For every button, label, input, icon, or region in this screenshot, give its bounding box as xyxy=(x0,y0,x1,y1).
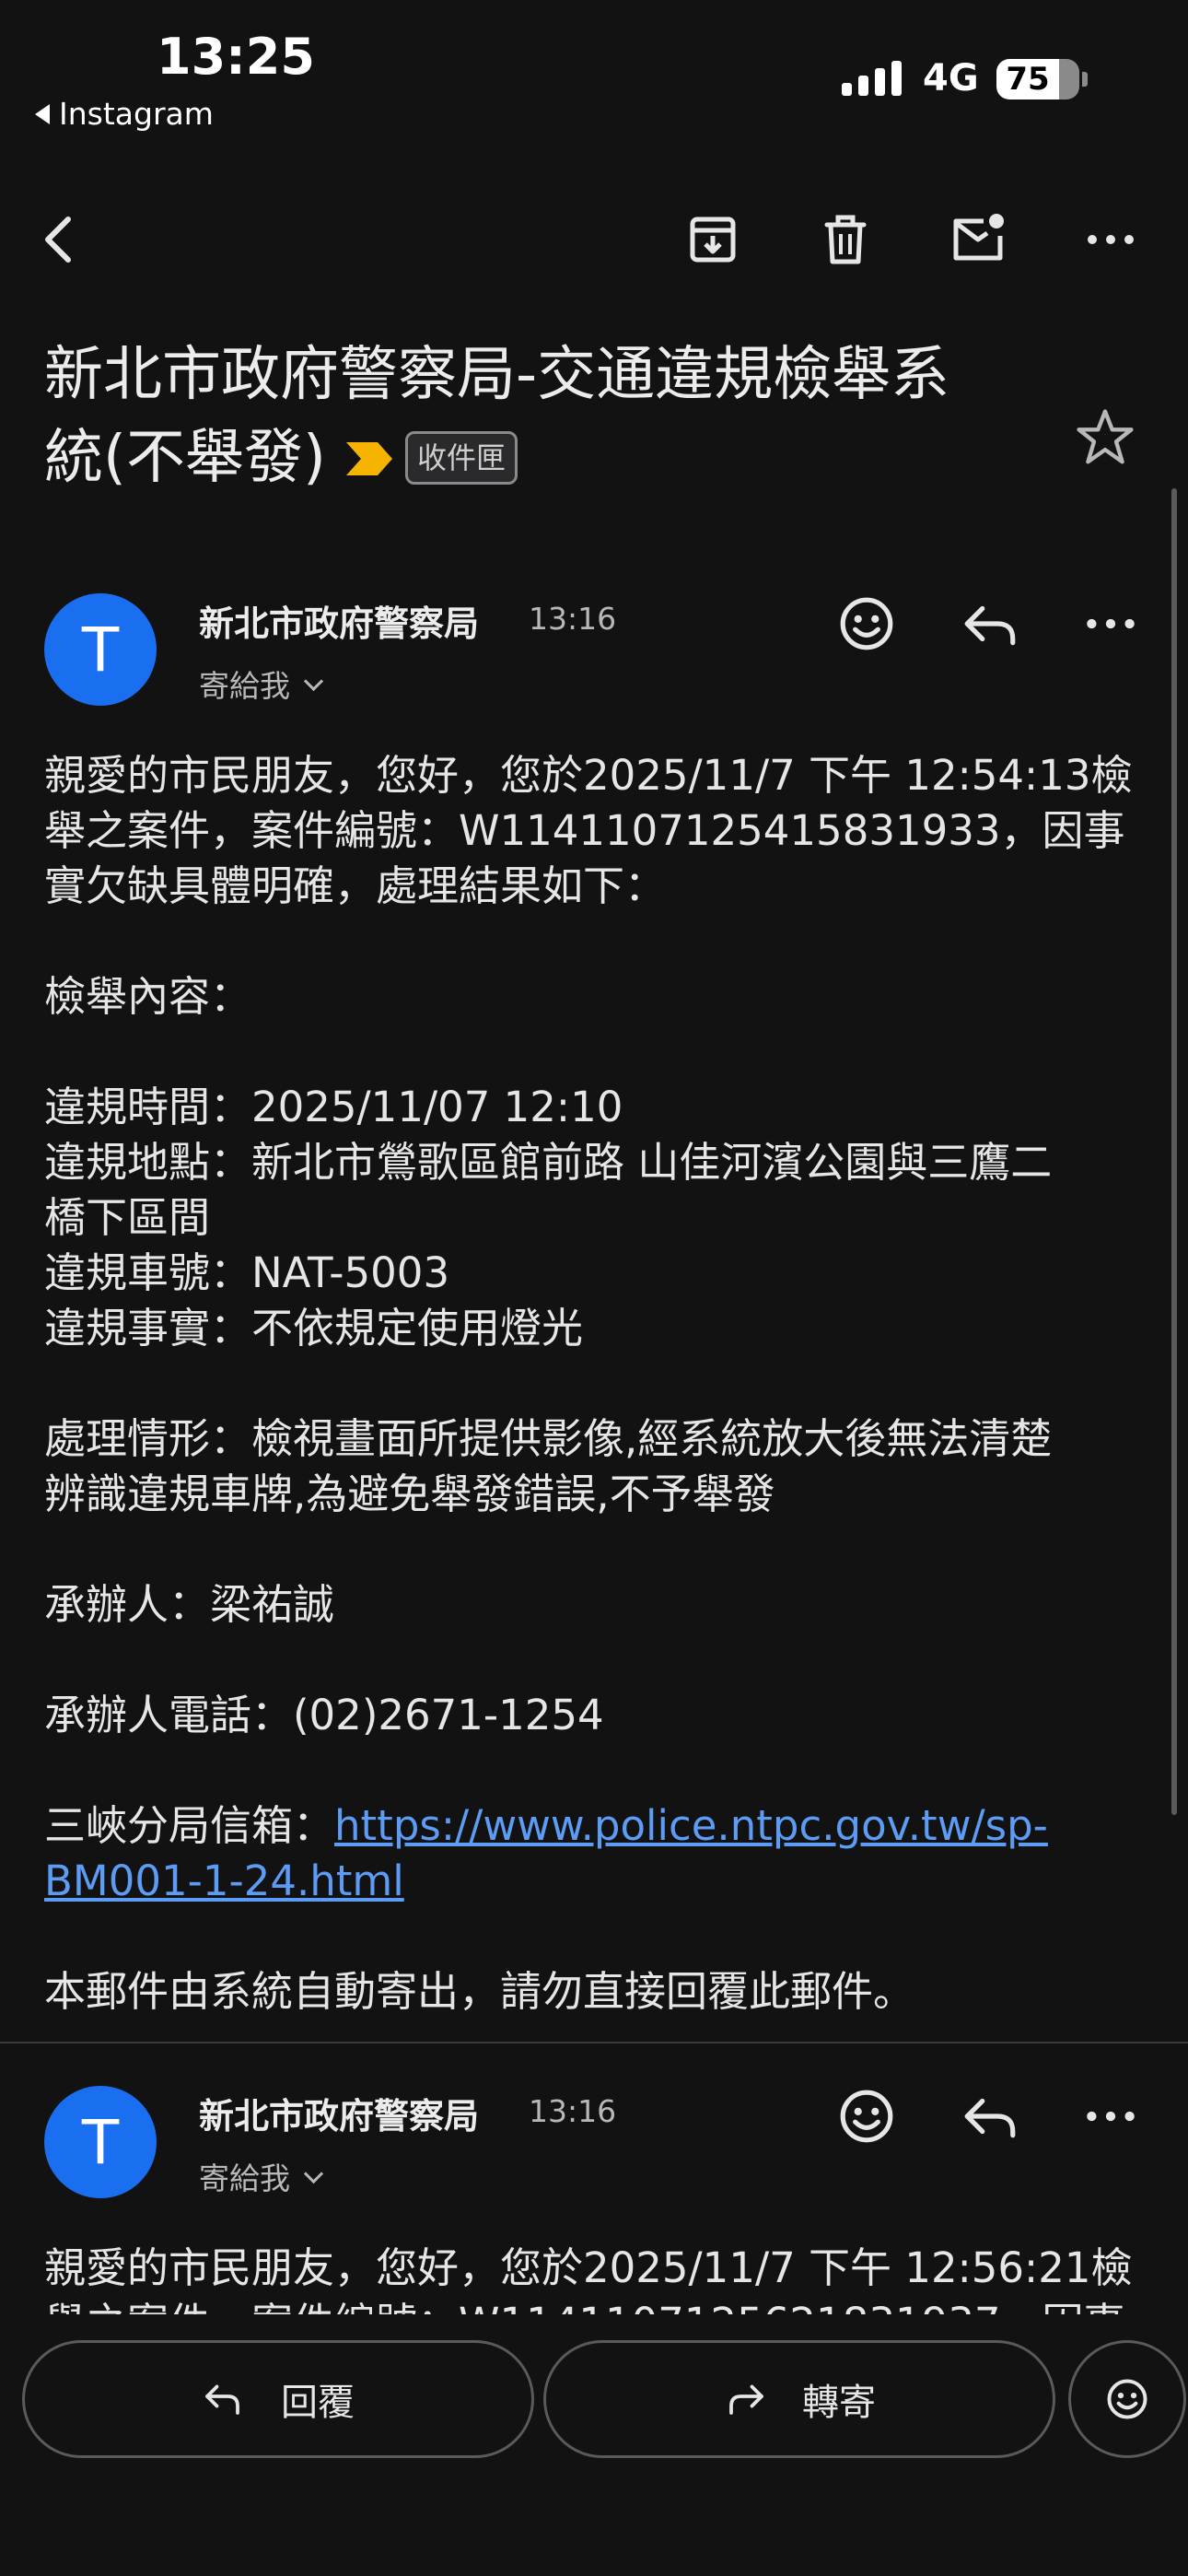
body-line: 親愛的市民朋友，您好，您於2025/11/7 下午 12:54:13檢 xyxy=(44,751,1133,800)
more-icon[interactable] xyxy=(1077,206,1144,273)
reply-icon[interactable] xyxy=(958,593,1022,658)
body-line: 實欠缺具體明確，處理結果如下： xyxy=(44,861,667,910)
message-time: 13:16 xyxy=(529,601,617,637)
message-more-icon[interactable] xyxy=(1079,2086,1142,2150)
forward-button[interactable]: 轉寄 xyxy=(543,2340,1055,2458)
message-divider xyxy=(0,2042,1188,2043)
mailbox-label: 三峽分局信箱： xyxy=(44,1801,335,1850)
body-line: 親愛的市民朋友，您好，您於2025/11/7 下午 12:56:21檢 xyxy=(44,2243,1133,2292)
body-line: 違規地點：新北市鶯歌區館前路 山佳河濱公園與三鷹二 xyxy=(44,1138,1053,1187)
cellular-signal-icon xyxy=(842,61,902,96)
reply-button[interactable]: 回覆 xyxy=(22,2340,534,2458)
back-triangle-icon xyxy=(35,103,50,124)
back-to-app-button[interactable]: Instagram xyxy=(35,96,214,132)
reply-icon[interactable] xyxy=(958,2086,1022,2150)
star-icon[interactable] xyxy=(1073,405,1137,474)
battery-cap xyxy=(1082,72,1088,87)
forward-arrow-icon xyxy=(729,2384,763,2415)
chevron-down-icon xyxy=(303,2163,324,2184)
reply-label: 回覆 xyxy=(281,2382,355,2424)
body-line: 辨識違規車牌,為避免舉發錯誤,不予舉發 xyxy=(44,1469,775,1518)
subject-line-1: 新北市政府警察局-交通違規檢舉系 xyxy=(44,341,950,409)
sender-name[interactable]: 新北市政府警察局 xyxy=(199,2088,479,2138)
body-line: 違規車號：NAT-5003 xyxy=(44,1248,450,1297)
message-body: 親愛的市民朋友，您好，您於2025/11/7 下午 12:54:13檢 舉之案件… xyxy=(44,748,1149,2020)
scrollbar[interactable] xyxy=(1171,488,1177,1815)
recipient-toggle[interactable]: 寄給我 xyxy=(199,662,324,706)
status-time: 13:25 xyxy=(157,28,315,86)
subject-line-2: 統(不舉發) xyxy=(44,424,326,492)
body-line: 承辦人：梁祐誠 xyxy=(44,1580,335,1629)
body-line: 處理情形：檢視畫面所提供影像,經系統放大後無法清楚 xyxy=(44,1414,1053,1463)
emoji-reaction-icon[interactable] xyxy=(836,593,897,658)
avatar[interactable]: T xyxy=(44,593,157,706)
battery-icon: 75 xyxy=(996,59,1079,100)
emoji-icon xyxy=(1107,2379,1147,2419)
emoji-reaction-icon[interactable] xyxy=(836,2086,897,2150)
trash-icon[interactable] xyxy=(812,206,879,273)
battery-level: 75 xyxy=(1006,61,1050,98)
forward-label: 轉寄 xyxy=(802,2382,876,2424)
recipient-toggle[interactable]: 寄給我 xyxy=(199,2154,324,2198)
important-marker-icon[interactable] xyxy=(344,416,394,499)
body-line: 違規時間：2025/11/07 12:10 xyxy=(44,1083,623,1131)
message-time: 13:16 xyxy=(529,2093,617,2129)
emoji-button[interactable] xyxy=(1068,2340,1186,2458)
reply-arrow-icon xyxy=(205,2384,239,2415)
body-line: 違規事實：不依規定使用燈光 xyxy=(44,1304,584,1352)
body-line: 三峽分局信箱：https://www.police.ntpc.gov.tw/sp… xyxy=(44,1798,1149,1854)
network-type: 4G xyxy=(923,57,979,100)
mailbox-link-continued[interactable]: BM001-1-24.html xyxy=(44,1856,404,1905)
chevron-down-icon xyxy=(303,671,324,691)
body-line: 檢舉內容： xyxy=(44,972,252,1021)
body-line: 橋下區間 xyxy=(44,1193,211,1242)
avatar[interactable]: T xyxy=(44,2086,157,2198)
body-line: 本郵件由系統自動寄出，請勿直接回覆此郵件。 xyxy=(44,1967,915,2016)
sender-name[interactable]: 新北市政府警察局 xyxy=(199,595,479,646)
recipient-label: 寄給我 xyxy=(199,668,290,704)
message-more-icon[interactable] xyxy=(1079,593,1142,658)
inbox-label[interactable]: 收件匣 xyxy=(404,431,518,485)
body-line: 舉之案件，案件編號：W1141107125415831933，因事 xyxy=(44,806,1125,855)
mailbox-link[interactable]: https://www.police.ntpc.gov.tw/sp- xyxy=(334,1801,1048,1850)
back-icon[interactable] xyxy=(28,206,94,273)
recipient-label: 寄給我 xyxy=(199,2160,290,2196)
back-app-label: Instagram xyxy=(59,96,214,132)
archive-icon[interactable] xyxy=(680,206,746,273)
body-line: 承辦人電話：(02)2671-1254 xyxy=(44,1691,604,1739)
mark-unread-icon[interactable] xyxy=(945,206,1011,273)
email-subject: 新北市政府警察局-交通違規檢舉系 統(不舉發) 收件匣 xyxy=(44,334,1039,499)
